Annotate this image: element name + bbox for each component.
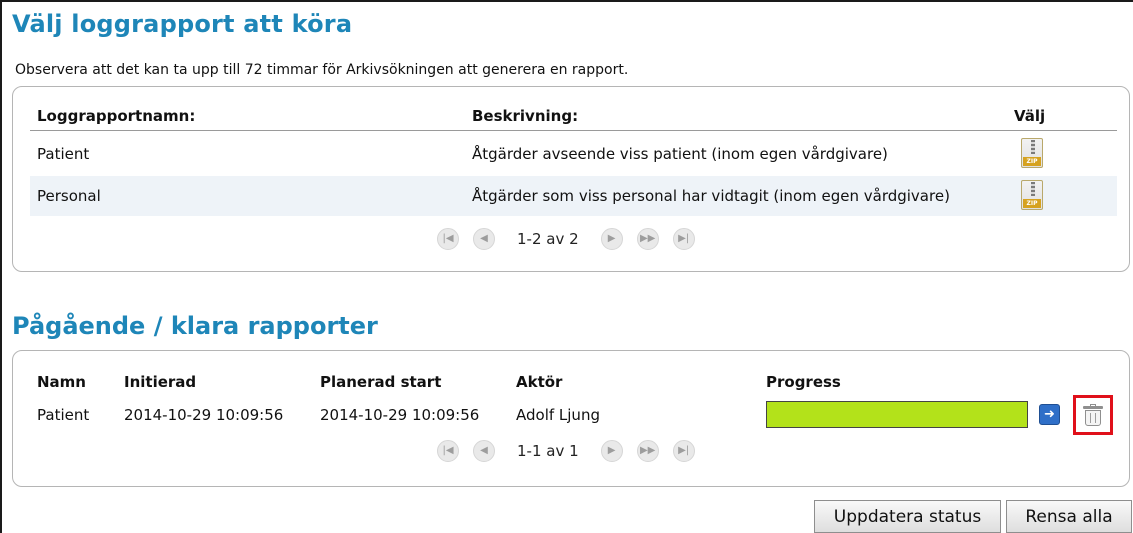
fast-forward-icon[interactable]: ▶▶ xyxy=(636,228,659,250)
status-row-actor: Adolf Ljung xyxy=(516,406,600,424)
header-divider xyxy=(30,130,1117,131)
col-initiated: Initierad xyxy=(124,373,197,391)
progress-bar xyxy=(766,401,1028,428)
col-progress: Progress xyxy=(766,373,841,391)
col-name: Namn xyxy=(37,373,86,391)
report-section-title: Välj loggrapport att köra xyxy=(12,10,353,38)
delete-button[interactable] xyxy=(1073,395,1113,435)
archive-note: Observera att det kan ta upp till 72 tim… xyxy=(15,62,629,78)
last-page-icon[interactable]: ▶| xyxy=(672,228,695,250)
pager-text: 1-1 av 1 xyxy=(517,442,579,460)
zip-file-icon[interactable]: ZIP xyxy=(1021,180,1043,210)
status-pager: |◀ ◀ 1-1 av 1 ▶ ▶▶ ▶| xyxy=(437,440,695,462)
report-row-description: Åtgärder avseende viss patient (inom ege… xyxy=(472,145,888,163)
arrow-right-icon[interactable]: ➜ xyxy=(1039,404,1060,425)
col-planned-start: Planerad start xyxy=(320,373,442,391)
status-row-planned-start: 2014-10-29 10:09:56 xyxy=(320,406,480,424)
col-select: Välj xyxy=(1014,107,1046,125)
report-row-name: Patient xyxy=(37,145,90,163)
col-report-name: Loggrapportnamn: xyxy=(37,107,196,125)
report-row-name: Personal xyxy=(37,187,101,205)
zip-file-icon[interactable]: ZIP xyxy=(1021,138,1043,168)
status-row-initiated: 2014-10-29 10:09:56 xyxy=(124,406,284,424)
trash-icon xyxy=(1083,404,1103,426)
progress-fill xyxy=(767,402,1027,427)
first-page-icon[interactable]: |◀ xyxy=(437,440,459,462)
pager-text: 1-2 av 2 xyxy=(517,230,579,248)
report-row-description: Åtgärder som viss personal har vidtagit … xyxy=(472,187,950,205)
zip-label: ZIP xyxy=(1023,157,1041,166)
last-page-icon[interactable]: ▶| xyxy=(672,440,695,462)
prev-page-icon[interactable]: ◀ xyxy=(473,440,495,462)
zip-label: ZIP xyxy=(1023,199,1041,208)
prev-page-icon[interactable]: ◀ xyxy=(473,228,495,250)
clear-all-button[interactable]: Rensa alla xyxy=(1006,500,1132,533)
col-actor: Aktör xyxy=(516,373,563,391)
update-status-button[interactable]: Uppdatera status xyxy=(814,500,1001,533)
next-page-icon[interactable]: ▶ xyxy=(600,228,623,250)
status-section-title: Pågående / klara rapporter xyxy=(12,312,378,340)
next-page-icon[interactable]: ▶ xyxy=(600,440,623,462)
first-page-icon[interactable]: |◀ xyxy=(437,228,459,250)
report-pager: |◀ ◀ 1-2 av 2 ▶ ▶▶ ▶| xyxy=(437,228,695,250)
status-row-name: Patient xyxy=(37,406,90,424)
col-description: Beskrivning: xyxy=(472,107,579,125)
fast-forward-icon[interactable]: ▶▶ xyxy=(636,440,659,462)
